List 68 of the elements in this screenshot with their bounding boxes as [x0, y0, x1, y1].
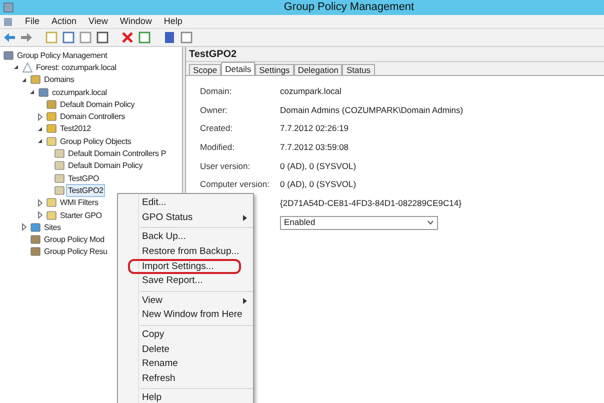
tree-item[interactable]: Forest: cozumpark.local — [34, 60, 118, 74]
expand-toggle[interactable] — [19, 222, 29, 232]
tree-item[interactable]: Domains — [42, 73, 76, 86]
tree-item[interactable]: WMI Filters — [58, 196, 100, 210]
menu-item[interactable]: Help — [140, 391, 253, 403]
tab[interactable]: Scope — [189, 64, 222, 75]
submenu-arrow-icon — [243, 298, 247, 304]
menu-item[interactable]: Save Report... — [140, 274, 253, 289]
menu-item[interactable]: View — [88, 14, 108, 28]
tree-item[interactable]: TestGPO2 — [66, 184, 106, 197]
menu-item[interactable]: Copy — [140, 328, 253, 342]
back-icon[interactable] — [3, 31, 16, 44]
window-title: Group Policy Management — [282, 0, 416, 16]
tab[interactable]: Delegation — [294, 64, 342, 75]
menu-item[interactable]: Delete — [140, 342, 253, 357]
field-value: 0 (AD), 0 (SYSVOL) — [280, 160, 356, 172]
tree-item[interactable]: Group Policy Management — [15, 48, 110, 62]
tree-item[interactable]: Group Policy Objects — [58, 134, 134, 148]
tree-item[interactable]: cozumpark.local — [50, 86, 109, 99]
tree-item[interactable]: Default Domain Policy — [58, 98, 136, 111]
panel-title: TestGPO2 — [189, 48, 237, 62]
app-icon — [3, 2, 14, 13]
field-value: Domain Admins (COZUMPARK\Domain Admins) — [280, 104, 464, 116]
expand-toggle[interactable] — [35, 112, 45, 122]
menu-item[interactable]: Action — [52, 14, 77, 28]
tree-item[interactable]: Test2012 — [58, 122, 93, 136]
tree-item[interactable]: Group Policy Resu — [42, 245, 110, 258]
field-value: 0 (AD), 0 (SYSVOL) — [280, 178, 356, 192]
tree-item[interactable]: Domain Controllers — [58, 110, 127, 124]
menu-item[interactable]: Back Up... — [140, 230, 253, 245]
field-value: {2D71A54D-CE81-4FD3-84D1-082289CE9C14} — [280, 197, 462, 210]
tab[interactable]: Details — [221, 62, 256, 75]
menu-item[interactable]: GPO Status — [118, 210, 253, 226]
field-label: Modified: — [200, 142, 234, 152]
expand-toggle[interactable] — [35, 198, 45, 208]
delete-icon[interactable] — [121, 31, 134, 44]
tree-item[interactable]: Default Domain Policy — [66, 159, 144, 172]
field-label: Created: — [200, 123, 233, 134]
menu-item[interactable]: Restore from Backup... — [140, 244, 253, 260]
field-value: 7.7.2012 02:26:19 — [280, 122, 349, 136]
tab[interactable]: Status — [342, 64, 375, 75]
menu-item[interactable]: Refresh — [140, 372, 253, 386]
tree-item[interactable]: TestGPO — [66, 172, 102, 185]
menu-item[interactable]: New Window from Here — [140, 308, 253, 323]
tab[interactable]: Settings — [255, 64, 294, 75]
field-label: User version: — [200, 160, 250, 171]
forward-icon[interactable] — [20, 31, 33, 44]
menu-item[interactable]: File — [25, 14, 40, 28]
tree-item[interactable]: Sites — [42, 220, 63, 234]
submenu-arrow-icon — [243, 214, 247, 221]
menu-item[interactable]: Window — [120, 14, 152, 28]
menu-item[interactable]: View — [140, 294, 253, 308]
menu-item[interactable]: Import Settings... — [128, 259, 241, 274]
menu-item[interactable]: Help — [164, 14, 182, 28]
menu-item[interactable]: Edit... — [118, 196, 253, 211]
tree-item[interactable]: Starter GPO — [58, 208, 104, 222]
status-dropdown[interactable]: Enabled — [280, 216, 438, 230]
tree-item[interactable]: Default Domain Controllers P — [66, 147, 168, 160]
chevron-down-icon — [427, 220, 434, 226]
field-value: 7.7.2012 03:59:08 — [280, 141, 349, 154]
triangle-icon — [22, 62, 33, 73]
field-label: Computer version: — [200, 179, 270, 190]
field-label: Domain: — [200, 86, 232, 96]
field-value: cozumpark.local — [280, 84, 342, 98]
expand-toggle[interactable] — [35, 210, 45, 220]
menu-item[interactable]: Rename — [140, 356, 253, 372]
tree-item[interactable]: Group Policy Mod — [42, 233, 106, 246]
field-label: Owner: — [200, 104, 228, 115]
